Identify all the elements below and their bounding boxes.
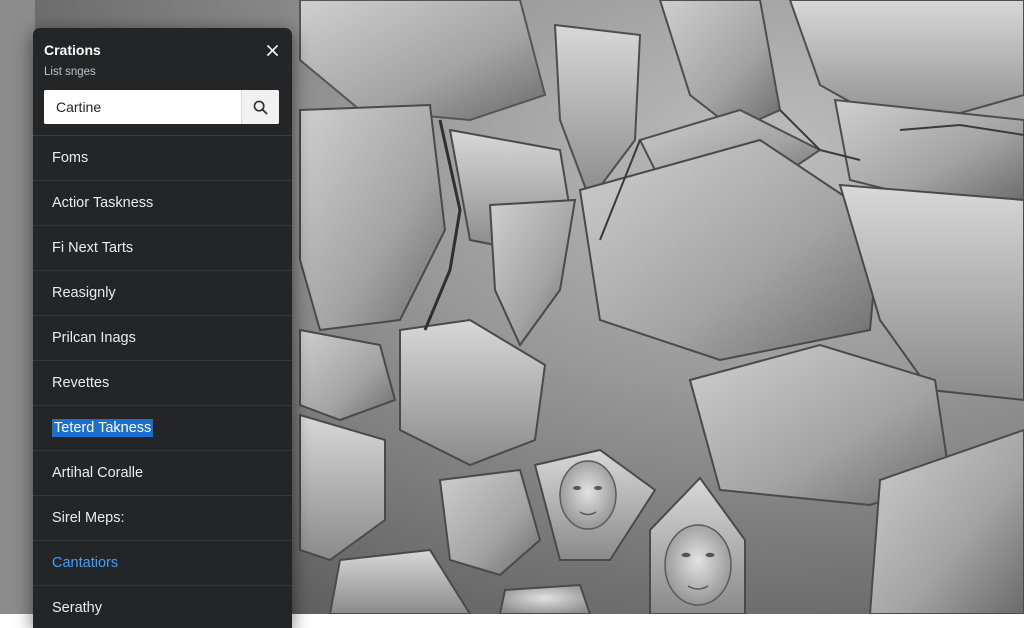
panel-subtitle: List snges bbox=[44, 66, 96, 78]
panel-title: Crations bbox=[44, 42, 101, 58]
list-item-teterd-takness[interactable]: Teterd Takness bbox=[33, 405, 292, 450]
close-icon bbox=[266, 44, 278, 56]
list-item-label: Fi Next Tarts bbox=[52, 240, 134, 256]
list-item-revettes[interactable]: Revettes bbox=[33, 360, 292, 405]
list-item-artihal-coralle[interactable]: Artihal Coralle bbox=[33, 450, 292, 495]
list-item-label-accent: Cantatiors bbox=[52, 555, 119, 571]
list-item-prilcan-inags[interactable]: Prilcan Inags bbox=[33, 315, 292, 360]
search-box bbox=[44, 90, 279, 124]
list-item-foms[interactable]: Foms bbox=[33, 135, 292, 180]
list-item-serathy[interactable]: Serathy bbox=[33, 585, 292, 628]
list-item-label: Revettes bbox=[52, 375, 110, 391]
list-item-fi-next-tarts[interactable]: Fi Next Tarts bbox=[33, 225, 292, 270]
list-item-label: Actior Taskness bbox=[52, 195, 154, 211]
creations-panel: Crations List snges Foms Actior Taskness… bbox=[33, 28, 292, 628]
list-item-label: Reasignly bbox=[52, 285, 116, 301]
list-item-label: Sirel Meps: bbox=[52, 510, 125, 526]
search-button[interactable] bbox=[241, 90, 279, 124]
list-item-sirel-meps[interactable]: Sirel Meps: bbox=[33, 495, 292, 540]
list-item-actior-taskness[interactable]: Actior Taskness bbox=[33, 180, 292, 225]
close-button[interactable] bbox=[261, 39, 283, 61]
search-input[interactable] bbox=[44, 90, 241, 124]
list-item-label: Prilcan Inags bbox=[52, 330, 136, 346]
list-item-label-selected: Teterd Takness bbox=[52, 419, 154, 437]
list-item-cantatiors[interactable]: Cantatiors bbox=[33, 540, 292, 585]
list-item-label: Artihal Coralle bbox=[52, 465, 144, 481]
creations-list: Foms Actior Taskness Fi Next Tarts Reasi… bbox=[33, 135, 292, 628]
search-icon bbox=[253, 100, 268, 114]
list-item-reasignly[interactable]: Reasignly bbox=[33, 270, 292, 315]
list-item-label: Foms bbox=[52, 150, 89, 166]
